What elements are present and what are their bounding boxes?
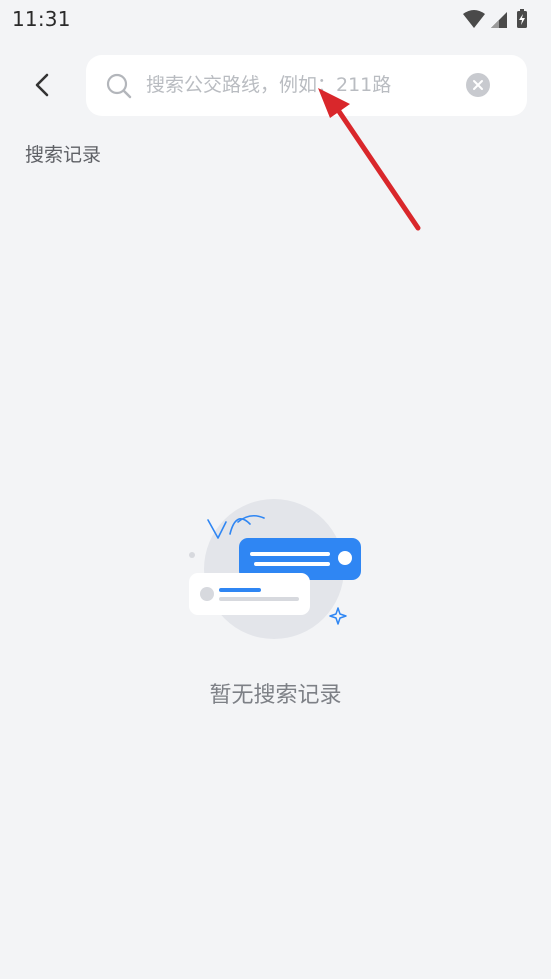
- status-icons: [463, 9, 527, 28]
- search-input[interactable]: [146, 65, 456, 105]
- signal-icon: [491, 12, 507, 28]
- search-icon: [106, 73, 132, 99]
- status-bar: 11:31: [0, 0, 551, 40]
- back-button[interactable]: [24, 66, 62, 104]
- wifi-icon: [463, 10, 485, 28]
- chevron-left-icon: [35, 73, 49, 97]
- empty-state-illustration: [189, 499, 361, 639]
- status-time: 11:31: [12, 7, 71, 31]
- search-box[interactable]: [86, 55, 527, 116]
- search-history-title: 搜索记录: [25, 144, 102, 166]
- clear-circle-icon[interactable]: [466, 73, 490, 97]
- empty-state-text: 暂无搜索记录: [209, 683, 342, 708]
- battery-charging-icon: [517, 9, 527, 28]
